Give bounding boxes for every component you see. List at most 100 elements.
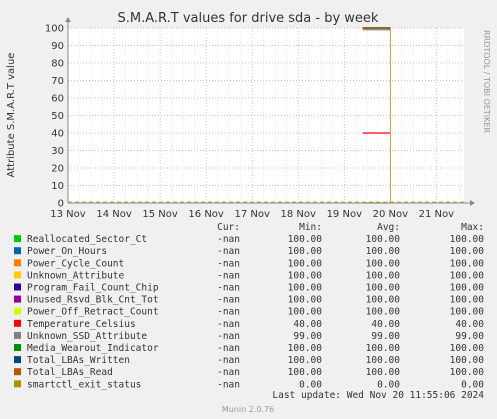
legend-value-cur: -nan xyxy=(217,307,240,318)
x-tick-label: 20 Nov xyxy=(373,209,409,220)
x-tick-label: 15 Nov xyxy=(142,209,178,220)
x-tick-label: 17 Nov xyxy=(234,209,270,220)
legend-value-max: 99.00 xyxy=(455,331,484,342)
legend-series-name: Program_Fail_Count_Chip xyxy=(27,283,159,294)
legend-value-max: 100.00 xyxy=(450,295,485,306)
legend-value-min: 100.00 xyxy=(288,343,323,354)
legend-value-avg: 100.00 xyxy=(366,246,401,257)
y-tick-label: 60 xyxy=(51,94,64,105)
legend-series-name: Total_LBAs_Written xyxy=(27,355,130,366)
legend-swatch xyxy=(14,344,21,351)
legend-swatch xyxy=(14,247,21,255)
legend-value-min: 0.00 xyxy=(299,379,322,390)
y-tick-label: 0 xyxy=(58,199,64,210)
legend-value-cur: -nan xyxy=(217,246,240,257)
last-update: Last update: Wed Nov 20 11:55:06 2024 xyxy=(272,390,484,401)
chart-title: S.M.A.R.T values for drive sda - by week xyxy=(118,11,379,26)
legend-swatch xyxy=(14,271,21,279)
legend-value-min: 100.00 xyxy=(288,246,323,257)
y-tick-label: 50 xyxy=(51,111,64,122)
legend-value-avg: 100.00 xyxy=(366,283,401,294)
legend-series-name: Unknown_Attribute xyxy=(27,270,125,281)
x-tick-label: 16 Nov xyxy=(188,209,224,220)
munin-version: Munin 2.0.76 xyxy=(222,405,274,414)
legend-value-max: 100.00 xyxy=(450,367,485,378)
legend-value-avg: 100.00 xyxy=(366,258,401,269)
legend-value-avg: 100.00 xyxy=(366,307,401,318)
x-tick-label: 18 Nov xyxy=(281,209,317,220)
legend-value-min: 100.00 xyxy=(288,283,323,294)
legend-swatch xyxy=(14,331,21,339)
legend-value-min: 100.00 xyxy=(288,234,323,245)
legend-value-cur: -nan xyxy=(217,343,240,354)
legend-value-cur: -nan xyxy=(217,319,240,330)
legend-header-min: Min: xyxy=(299,222,322,233)
legend-value-min: 100.00 xyxy=(288,367,323,378)
legend-swatch xyxy=(14,356,21,364)
legend-value-cur: -nan xyxy=(217,355,240,366)
x-tick-label: 21 Nov xyxy=(419,209,455,220)
legend-value-max: 100.00 xyxy=(450,343,485,354)
legend-value-cur: -nan xyxy=(217,234,240,245)
legend-value-max: 100.00 xyxy=(450,355,485,366)
legend-value-avg: 100.00 xyxy=(366,234,401,245)
legend-value-max: 100.00 xyxy=(450,246,485,257)
legend-series-name: Unused_Rsvd_Blk_Cnt_Tot xyxy=(27,295,159,306)
legend-swatch xyxy=(14,259,21,267)
legend-header-cur: Cur: xyxy=(217,222,240,233)
legend-value-cur: -nan xyxy=(217,379,240,390)
legend-swatch xyxy=(14,307,21,315)
rrdtool-credit: RRDTOOL / TOBI OETIKER xyxy=(482,30,491,133)
y-tick-label: 20 xyxy=(51,164,64,175)
x-tick-label: 19 Nov xyxy=(327,209,363,220)
legend-series-name: Power_Cycle_Count xyxy=(27,258,124,269)
legend-value-cur: -nan xyxy=(217,295,240,306)
legend-series-name: Power_On_Hours xyxy=(27,246,107,257)
legend-value-avg: 99.00 xyxy=(371,331,400,342)
legend-swatch xyxy=(14,368,21,376)
y-axis-label: Attribute S.M.A.R.T value xyxy=(6,53,17,178)
legend-value-min: 100.00 xyxy=(288,258,323,269)
legend-value-max: 100.00 xyxy=(450,258,485,269)
legend-series-name: Reallocated_Sector_Ct xyxy=(27,234,147,245)
legend-value-cur: -nan xyxy=(217,331,240,342)
legend-value-avg: 100.00 xyxy=(366,343,401,354)
legend-value-max: 100.00 xyxy=(450,234,485,245)
legend-header-max: Max: xyxy=(461,222,484,233)
y-tick-label: 40 xyxy=(51,129,64,140)
legend-value-avg: 100.00 xyxy=(366,367,401,378)
legend-value-avg: 100.00 xyxy=(366,355,401,366)
y-tick-label: 10 xyxy=(51,181,64,192)
legend-value-min: 100.00 xyxy=(288,295,323,306)
legend-value-min: 40.00 xyxy=(293,319,322,330)
x-tick-label: 13 Nov xyxy=(50,209,86,220)
legend-swatch xyxy=(14,295,21,303)
legend-value-min: 100.00 xyxy=(288,270,323,281)
legend-value-cur: -nan xyxy=(217,270,240,281)
legend-value-max: 40.00 xyxy=(455,319,484,330)
y-tick-label: 100 xyxy=(45,24,64,35)
legend-value-max: 0.00 xyxy=(461,379,484,390)
legend-value-avg: 0.00 xyxy=(377,379,400,390)
y-tick-label: 30 xyxy=(51,146,64,157)
legend-swatch xyxy=(14,319,21,327)
legend-series-name: smartctl_exit_status xyxy=(27,379,141,390)
chart: 13 Nov 14 Nov 15 Nov 16 Nov 17 Nov 18 Nov 19 N… xyxy=(0,0,497,419)
legend-swatch xyxy=(14,380,21,388)
y-tick-label: 70 xyxy=(51,76,64,87)
legend-value-cur: -nan xyxy=(217,283,240,294)
legend-value-max: 100.00 xyxy=(450,307,485,318)
legend-swatch xyxy=(14,283,21,291)
legend-value-max: 100.00 xyxy=(450,283,485,294)
legend-header-avg: Avg: xyxy=(377,222,400,233)
legend-series-name: Media_Wearout_Indicator xyxy=(27,343,159,354)
legend-value-min: 100.00 xyxy=(288,307,323,318)
legend-series-name: Total_LBAs_Read xyxy=(27,367,113,378)
legend-value-max: 100.00 xyxy=(450,270,485,281)
legend-series-name: Temperature_Celsius xyxy=(27,319,136,330)
legend-value-min: 100.00 xyxy=(288,355,323,366)
x-tick-label: 14 Nov xyxy=(96,209,132,220)
legend-swatch xyxy=(14,235,21,243)
legend-series-name: Power_Off_Retract_Count xyxy=(27,307,159,318)
y-tick-label: 90 xyxy=(51,41,64,52)
